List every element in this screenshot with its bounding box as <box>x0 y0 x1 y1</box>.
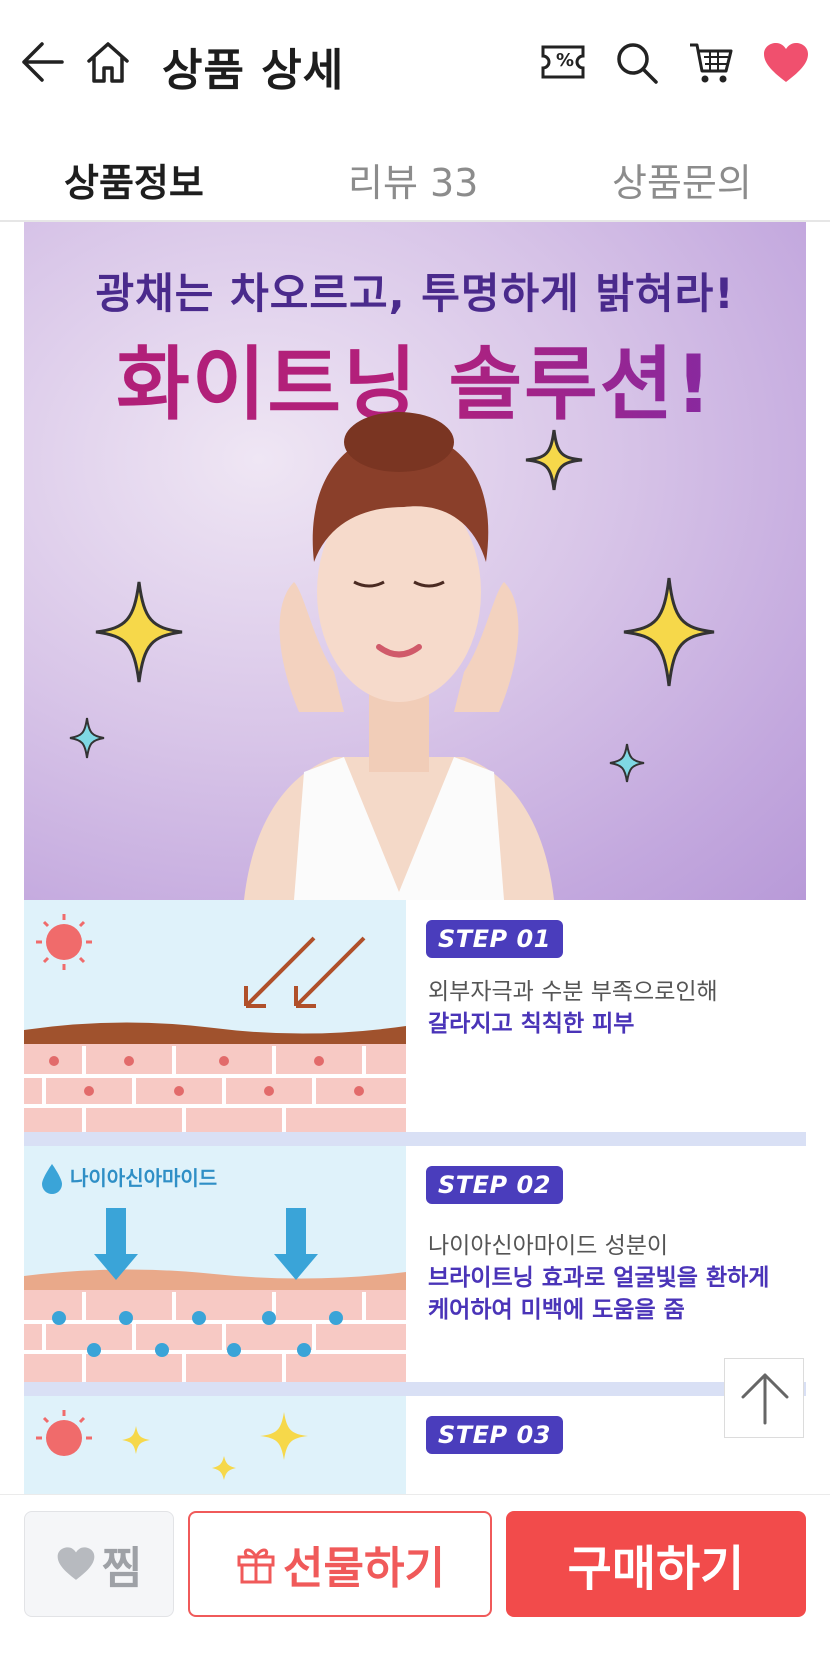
gift-button[interactable]: 선물하기 <box>188 1511 492 1617</box>
divider <box>24 1382 806 1396</box>
sparkle-icon <box>525 429 583 491</box>
coupon-icon[interactable]: % <box>540 42 586 82</box>
arrow-up-icon <box>741 1373 789 1425</box>
step-description-emphasis: 브라이트닝 효과로 얼굴빛을 환하게 <box>428 1265 770 1291</box>
gift-icon <box>237 1548 275 1584</box>
step-list: STEP 01 외부자극과 수분 부족으로인해 갈라지고 칙칙한 피부 나이아신… <box>24 900 806 1494</box>
step-01-illustration <box>24 900 406 1132</box>
coupon-symbol: % <box>556 50 575 71</box>
scroll-to-top-button[interactable] <box>724 1358 804 1438</box>
search-icon[interactable] <box>614 40 660 86</box>
step-01: STEP 01 외부자극과 수분 부족으로인해 갈라지고 칙칙한 피부 <box>24 900 806 1132</box>
heart-icon <box>57 1547 95 1580</box>
back-arrow-icon[interactable] <box>18 38 66 86</box>
step-description-emphasis: 갈라지고 칙칙한 피부 <box>428 1011 635 1037</box>
step-02-illustration: 나이아신아마이드 <box>24 1146 406 1382</box>
page-title: 상품 상세 <box>162 45 345 96</box>
step-description: 외부자극과 수분 부족으로인해 <box>428 979 718 1005</box>
sparkle-icon <box>95 581 183 683</box>
cart-icon[interactable] <box>686 40 736 86</box>
product-detail-page: 상품 상세 % 상품정보 리뷰 33 상품문의 광채는 차오르고, 투명하게 밝… <box>0 0 830 1664</box>
divider <box>24 1132 806 1146</box>
step-02: 나이아신아마이드 STEP 02 나이아신아마이드 성분이 브라이트닝 효과로 … <box>24 1146 806 1382</box>
step-03: STEP 03 <box>24 1396 806 1494</box>
product-detail-content: 광채는 차오르고, 투명하게 밝혀라! 화이트닝 솔루션! STEP 01 외부… <box>0 222 830 1494</box>
sparkle-icon <box>609 743 645 783</box>
buy-button[interactable]: 구매하기 <box>506 1511 806 1617</box>
gift-label: 선물하기 <box>283 1543 445 1594</box>
tab-reviews[interactable]: 리뷰 33 <box>348 152 478 207</box>
step-badge: STEP 01 <box>426 920 563 958</box>
wish-label: 찜 <box>101 1543 143 1594</box>
ingredient-label: 나이아신아마이드 <box>70 1166 218 1190</box>
skin-illustration <box>24 1396 406 1494</box>
step-badge: STEP 02 <box>426 1166 563 1204</box>
product-tabs: 상품정보 리뷰 33 상품문의 <box>0 130 830 222</box>
step-description-emphasis: 케어하여 미백에 도움을 줌 <box>428 1297 685 1323</box>
tab-product-qna[interactable]: 상품문의 <box>612 152 752 207</box>
heart-icon[interactable] <box>760 40 812 86</box>
step-description: 나이아신아마이드 성분이 <box>428 1233 669 1259</box>
hero-subtitle: 광채는 차오르고, 투명하게 밝혀라! <box>95 269 735 318</box>
sparkle-icon <box>623 577 715 687</box>
sparkle-icon <box>69 717 105 759</box>
step-badge: STEP 03 <box>426 1416 563 1454</box>
top-bar: 상품 상세 % <box>0 0 830 130</box>
skin-illustration <box>24 900 406 1132</box>
wish-button[interactable]: 찜 <box>24 1511 174 1617</box>
step-03-illustration <box>24 1396 406 1494</box>
home-icon[interactable] <box>84 38 132 86</box>
bottom-action-bar: 찜 선물하기 구매하기 <box>0 1494 830 1664</box>
hero-banner: 광채는 차오르고, 투명하게 밝혀라! 화이트닝 솔루션! <box>24 222 806 900</box>
tab-product-info[interactable]: 상품정보 <box>64 152 204 207</box>
